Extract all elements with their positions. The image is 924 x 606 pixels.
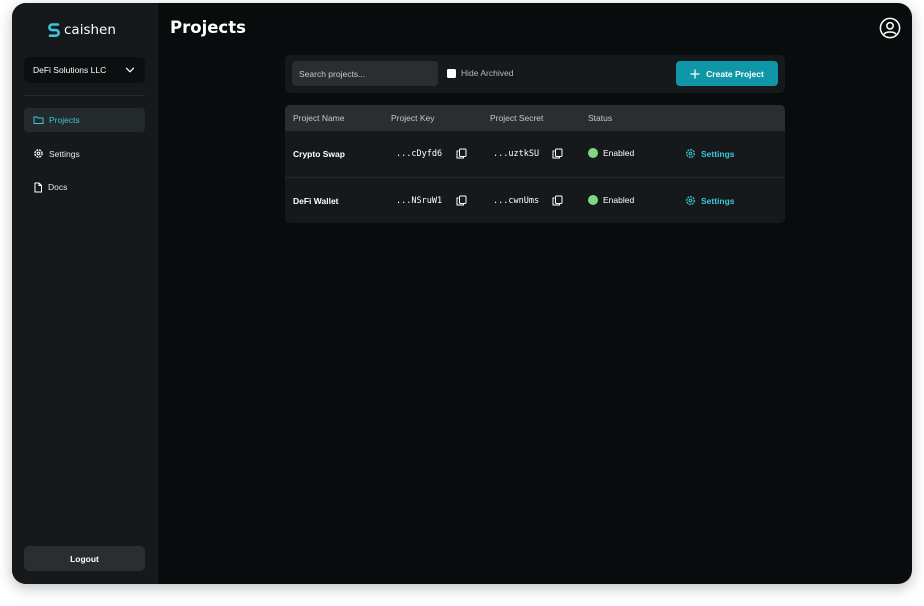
hide-archived-label: Hide Archived — [461, 68, 514, 78]
sidebar-item-docs[interactable]: Docs — [24, 175, 145, 199]
column-header-status: Status — [588, 113, 613, 123]
project-name: DeFi Wallet — [293, 196, 339, 206]
logo-text: caishen — [64, 22, 116, 38]
sidebar-item-projects[interactable]: Projects — [24, 108, 145, 132]
user-profile-icon[interactable] — [879, 17, 901, 39]
projects-toolbar: Hide Archived Create Project — [285, 55, 785, 93]
copy-icon[interactable] — [456, 148, 467, 159]
caishen-logo-icon — [48, 23, 60, 37]
gear-icon — [686, 196, 695, 205]
sidebar-item-settings[interactable]: Settings — [24, 142, 145, 166]
page-title: Projects — [170, 18, 246, 37]
project-settings-link[interactable]: Settings — [685, 148, 735, 159]
hide-archived-checkbox[interactable] — [447, 68, 456, 78]
project-settings-link[interactable]: Settings — [685, 195, 735, 206]
projects-table: Project Name Project Key Project Secret … — [285, 105, 785, 223]
status-text: Enabled — [603, 195, 635, 205]
status-badge: Enabled — [588, 148, 634, 158]
project-key: ...cDyfd6 — [396, 149, 443, 159]
status-dot — [588, 195, 598, 205]
document-icon — [34, 182, 42, 192]
table-row[interactable]: Crypto Swap ...cDyfd6 ...uztkSU Enabled — [285, 131, 785, 178]
column-header-name: Project Name — [293, 113, 345, 123]
sidebar-item-label: Projects — [49, 115, 80, 125]
search-input[interactable] — [292, 61, 438, 86]
create-project-label: Create Project — [706, 68, 764, 79]
hide-archived-toggle[interactable]: Hide Archived — [447, 68, 513, 78]
gear-icon — [686, 149, 695, 158]
project-secret: ...cwnUms — [493, 196, 540, 206]
logout-button[interactable]: Logout — [24, 546, 145, 571]
sidebar-nav: Projects Settings Docs — [24, 108, 145, 209]
brand-logo[interactable]: caishen — [48, 22, 116, 38]
project-secret: ...uztkSU — [493, 149, 540, 159]
project-key: ...NSruW1 — [396, 196, 443, 206]
status-dot — [588, 148, 598, 158]
copy-icon[interactable] — [552, 148, 563, 159]
org-name: DeFi Solutions LLC — [33, 65, 107, 75]
chevron-down-icon — [125, 67, 135, 73]
app-window: caishen DeFi Solutions LLC Projects Sett… — [12, 3, 912, 584]
column-header-secret: Project Secret — [490, 113, 544, 123]
project-name: Crypto Swap — [293, 149, 345, 159]
folder-icon — [33, 116, 44, 124]
status-badge: Enabled — [588, 195, 634, 205]
status-text: Enabled — [603, 148, 635, 158]
column-header-key: Project Key — [391, 113, 435, 123]
gear-icon — [34, 149, 43, 158]
sidebar-item-label: Docs — [48, 182, 68, 192]
project-settings-label: Settings — [701, 195, 735, 206]
copy-icon[interactable] — [552, 195, 563, 206]
project-settings-label: Settings — [701, 148, 735, 159]
sidebar: caishen DeFi Solutions LLC Projects Sett… — [12, 3, 158, 584]
sidebar-item-label: Settings — [49, 148, 80, 159]
plus-icon — [690, 69, 700, 78]
sidebar-divider — [24, 95, 145, 96]
table-row[interactable]: DeFi Wallet ...NSruW1 ...cwnUms Enabled — [285, 178, 785, 223]
table-header: Project Name Project Key Project Secret … — [285, 105, 785, 131]
org-selector[interactable]: DeFi Solutions LLC — [24, 57, 145, 83]
create-project-button[interactable]: Create Project — [676, 61, 778, 86]
copy-icon[interactable] — [456, 195, 467, 206]
